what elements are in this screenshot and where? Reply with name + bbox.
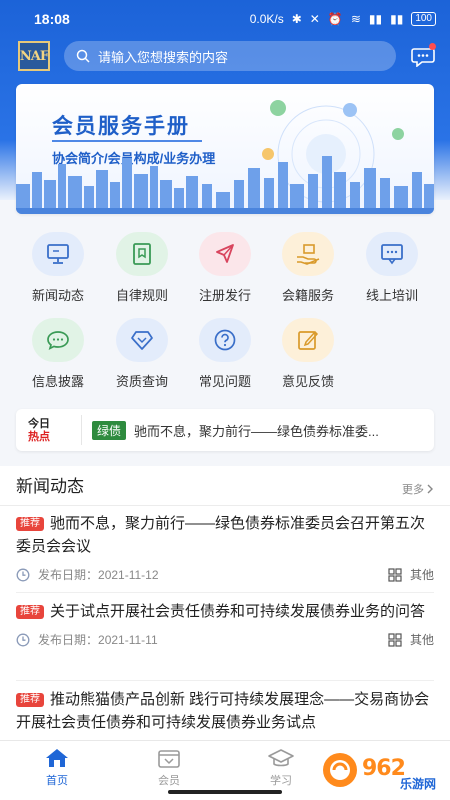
clock-icon [16,633,30,646]
date-label: 发布日期： [38,633,99,647]
news-section-header: 新闻动态 更多 [0,466,450,506]
divider [16,592,434,593]
news-list: 推荐 驰而不息，聚力前行——绿色债券标准委员会召开第五次委员会会议 发布日期： 2… [0,506,450,740]
tab-label: 首页 [46,775,68,787]
alarm-icon: ⏰ [327,12,343,26]
news-category: 其他 [388,566,434,583]
member-handbook-banner[interactable]: 会员服务手册 协会简介/会员构成/业务办理 [16,84,434,214]
bluetooth-icon: ✱ [291,12,302,26]
edit-icon [282,318,334,362]
app-logo: NAF [18,41,50,71]
recommend-tag: 推荐 [16,605,44,619]
search-icon [76,49,90,63]
wifi-icon: ≋ [350,12,361,26]
clock-icon [16,568,30,581]
app-header: NAF 请输入您想搜索的内容 [0,38,450,74]
menu-label: 意见反馈 [281,374,334,389]
news-title-text: 关于试点开展社会责任债券和可持续发展债券业务的问答 [50,603,426,620]
news-item[interactable]: 推荐 推动熊猫债产品创新 践行可持续发展理念——交易商协会开展社会责任债券和可持续… [0,688,450,734]
menu-item-rules[interactable]: 自律规则 [100,232,184,304]
news-title-text: 驰而不息，聚力前行——绿色债券标准委员会召开第五次委员会会议 [16,515,426,555]
recommend-tag: 推荐 [16,517,44,531]
menu-item-qualification[interactable]: 资质查询 [100,318,184,390]
date-label: 发布日期： [38,568,99,582]
green-bond-tag: 绿债 [92,420,127,440]
news-category: 其他 [388,631,434,648]
signal-icon: ▮▮ [368,12,383,26]
speech-bubble-icon [32,318,84,362]
news-meta: 发布日期： 2021-11-12 其他 [16,566,434,583]
tab-home[interactable]: 首页 [22,747,92,788]
message-button[interactable] [410,43,436,69]
watermark-text: 962 [362,756,406,781]
diamond-icon [116,318,168,362]
member-icon [158,750,180,768]
ticker-logo-line1: 今日 [28,417,50,430]
status-time: 18:08 [34,11,70,27]
news-title: 推荐 关于试点开展社会责任债券和可持续发展债券业务的问答 [16,600,434,623]
category-label: 其他 [409,633,434,647]
news-item[interactable]: 推荐 关于试点开展社会责任债券和可持续发展债券业务的问答 发布日期： 2021-1… [0,600,450,648]
news-title: 推荐 推动熊猫债产品创新 践行可持续发展理念——交易商协会开展社会责任债券和可持续… [16,688,434,734]
menu-item-disclosure[interactable]: 信息披露 [16,318,100,390]
publish-date: 2021-11-11 [98,632,158,647]
chat-screen-icon [366,232,418,276]
search-placeholder: 请输入您想搜索的内容 [98,49,229,65]
ticker-logo-line2: 热点 [28,430,50,443]
recommend-tag: 推荐 [16,693,44,707]
menu-item-membership[interactable]: 会籍服务 [266,232,350,304]
network-speed: 0.0K/s [249,12,284,26]
search-input[interactable]: 请输入您想搜索的内容 [64,41,396,71]
menu-label: 新闻动态 [31,288,84,303]
mute-icon: ✕ [309,12,320,26]
watermark-subtext: 乐游网 [400,777,437,791]
more-label: 更多 [402,484,424,496]
menu-label: 线上培训 [365,288,418,303]
menu-label: 常见问题 [198,374,251,389]
graduation-cap-icon [268,749,294,767]
tab-member[interactable]: 会员 [134,747,204,788]
news-title-text: 推动熊猫债产品创新 践行可持续发展理念——交易商协会开展社会责任债券和可持续发展… [16,691,430,731]
grid-icon [388,632,402,647]
signal-icon: ▮▮ [390,12,404,26]
menu-label: 资质查询 [115,374,168,389]
rulebook-icon [116,232,168,276]
grid-icon [388,567,402,582]
menu-label: 注册发行 [198,288,251,303]
news-meta: 发布日期： 2021-11-11 其他 [16,631,434,648]
divider [16,680,434,681]
menu-item-news[interactable]: 新闻动态 [16,232,100,304]
tab-label: 学习 [270,775,292,787]
menu-label: 自律规则 [115,288,168,303]
hand-box-icon [282,232,334,276]
publish-date: 2021-11-12 [98,567,159,582]
today-hot-logo: 今日 热点 [28,415,82,445]
send-icon [199,232,251,276]
home-indicator [168,790,282,794]
menu-label: 会籍服务 [281,288,334,303]
menu-item-feedback[interactable]: 意见反馈 [266,318,350,390]
menu-item-online-training[interactable]: 线上培训 [350,232,434,304]
section-title: 新闻动态 [16,477,84,496]
news-title: 推荐 驰而不息，聚力前行——绿色债券标准委员会召开第五次委员会会议 [16,512,434,558]
news-item[interactable]: 推荐 驰而不息，聚力前行——绿色债券标准委员会召开第五次委员会会议 发布日期： 2… [0,512,450,583]
monitor-icon [32,232,84,276]
hot-news-ticker[interactable]: 今日 热点 绿债 驰而不息，聚力前行——绿色债券标准委... [16,409,434,451]
city-skyline-illustration [16,100,434,214]
menu-item-registration[interactable]: 注册发行 [183,232,267,304]
question-icon [199,318,251,362]
tab-study[interactable]: 学习 [246,747,316,788]
status-bar: 18:08 0.0K/s ✱ ✕ ⏰ ≋ ▮▮ ▮▮ 100 [0,0,450,38]
more-link[interactable]: 更多 [402,481,434,497]
menu-item-faq[interactable]: 常见问题 [183,318,267,390]
notification-dot [429,43,436,50]
home-icon [46,749,68,767]
ticker-headline: 驰而不息，聚力前行——绿色债券标准委... [134,423,379,439]
category-label: 其他 [409,568,434,582]
tab-label: 会员 [158,775,180,787]
menu-label: 信息披露 [31,374,84,389]
chevron-right-icon [427,484,433,494]
battery-icon: 100 [411,12,436,26]
